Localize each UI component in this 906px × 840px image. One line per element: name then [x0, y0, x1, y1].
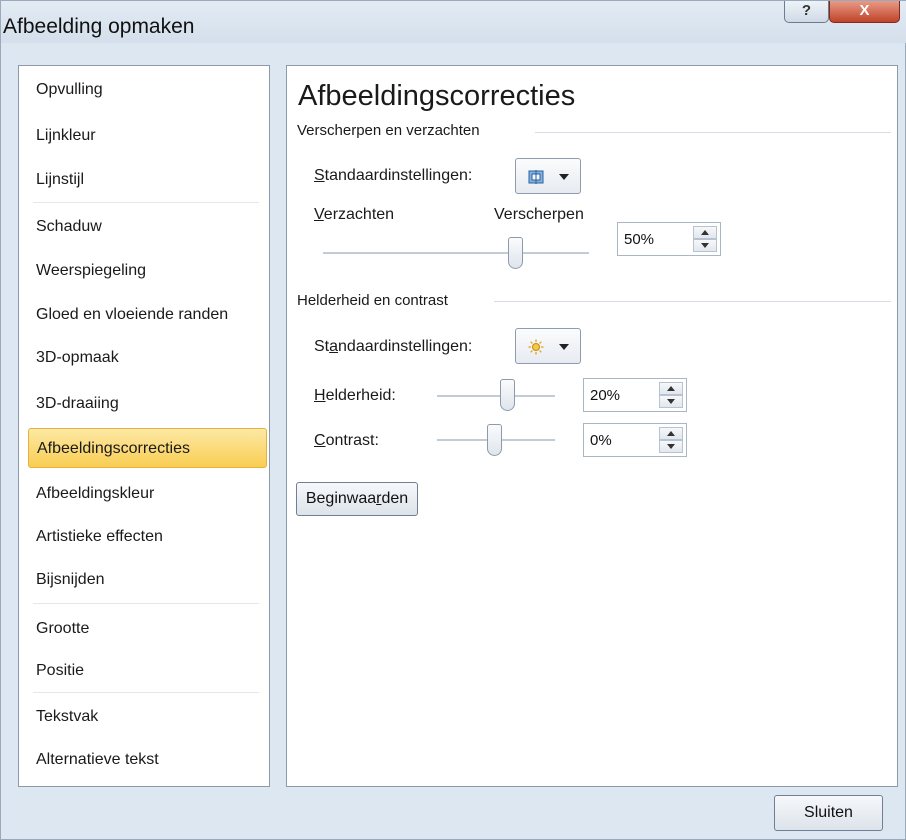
chevron-down-icon [559, 174, 569, 180]
spin-up-button[interactable] [693, 226, 717, 239]
sharpen-label: Verscherpen [494, 206, 584, 223]
help-button[interactable]: ? [784, 1, 829, 23]
reset-button[interactable]: Beginwaarden [296, 482, 418, 516]
sidebar-item-artistieke-effecten[interactable]: Artistieke effecten [19, 517, 269, 557]
spin-down-button[interactable] [659, 440, 683, 453]
section-divider [494, 301, 891, 302]
sharpness-value[interactable]: 50% [624, 231, 654, 248]
contrast-spinbox[interactable]: 0% [583, 423, 687, 457]
sidebar-item-opvulling[interactable]: Opvulling [19, 70, 269, 110]
brightness-slider-track[interactable] [437, 395, 555, 398]
window-title: Afbeelding opmaken [3, 15, 195, 38]
sharpen-presets-dropdown[interactable] [515, 158, 581, 194]
spin-down-button[interactable] [659, 395, 683, 408]
sidebar-item-gloed[interactable]: Gloed en vloeiende randen [19, 295, 269, 335]
spin-up-button[interactable] [659, 382, 683, 395]
chevron-down-icon [559, 344, 569, 350]
dialog-window: Afbeelding opmaken ? X Opvulling Lijnkle… [0, 0, 906, 840]
sidebar-item-3d-draaiing[interactable]: 3D-draaiing [19, 384, 269, 424]
sidebar-item-schaduw[interactable]: Schaduw [19, 207, 269, 247]
category-sidebar: Opvulling Lijnkleur Lijnstijl Schaduw We… [18, 65, 270, 787]
section-divider [535, 132, 891, 133]
sidebar-item-tekstvak[interactable]: Tekstvak [19, 697, 269, 737]
close-button[interactable]: Sluiten [774, 795, 883, 831]
sidebar-item-bijsnijden[interactable]: Bijsnijden [19, 560, 269, 600]
sidebar-item-3d-opmaak[interactable]: 3D-opmaak [19, 338, 269, 378]
brightness-presets-dropdown[interactable] [515, 328, 581, 364]
brightness-slider-thumb[interactable] [500, 379, 515, 411]
brightness-label: Helderheid: [314, 387, 396, 404]
contrast-label: Contrast: [314, 432, 379, 449]
sidebar-item-lijnkleur[interactable]: Lijnkleur [19, 116, 269, 156]
section-title-brightness-contrast: Helderheid en contrast [297, 292, 448, 309]
sharpness-slider-thumb[interactable] [508, 237, 523, 269]
sidebar-item-afbeeldingskleur[interactable]: Afbeeldingskleur [19, 474, 269, 514]
brightness-value[interactable]: 20% [590, 387, 620, 404]
sidebar-divider [33, 692, 259, 693]
sun-icon [528, 339, 544, 355]
settings-panel: Afbeeldingscorrecties Verscherpen en ver… [286, 65, 898, 787]
sidebar-item-weerspiegeling[interactable]: Weerspiegeling [19, 251, 269, 291]
brightness-spinbox[interactable]: 20% [583, 378, 687, 412]
sidebar-divider [33, 202, 259, 203]
contrast-slider-thumb[interactable] [487, 424, 502, 456]
sidebar-item-lijnstijl[interactable]: Lijnstijl [19, 160, 269, 200]
sidebar-item-alternatieve-tekst[interactable]: Alternatieve tekst [19, 740, 269, 780]
brightness-presets-label: Standaardinstellingen: [314, 338, 473, 355]
sidebar-divider [33, 603, 259, 604]
spin-up-button[interactable] [659, 427, 683, 440]
title-bar: Afbeelding opmaken ? X [1, 1, 906, 43]
sharpness-spinbox[interactable]: 50% [617, 222, 721, 256]
sidebar-item-positie[interactable]: Positie [19, 651, 269, 691]
close-window-button[interactable]: X [829, 1, 900, 23]
sharpness-slider-track[interactable] [323, 252, 589, 255]
spin-down-button[interactable] [693, 239, 717, 252]
sharpen-preset-icon [528, 170, 544, 184]
contrast-value[interactable]: 0% [590, 432, 612, 449]
page-title: Afbeeldingscorrecties [298, 80, 576, 112]
sidebar-item-afbeeldingscorrecties[interactable]: Afbeeldingscorrecties [28, 428, 267, 468]
sidebar-item-grootte[interactable]: Grootte [19, 609, 269, 649]
soften-label: Verzachten [314, 206, 395, 223]
section-title-sharpen: Verscherpen en verzachten [297, 122, 480, 139]
sharpen-presets-label: Standaardinstellingen: [314, 167, 473, 184]
